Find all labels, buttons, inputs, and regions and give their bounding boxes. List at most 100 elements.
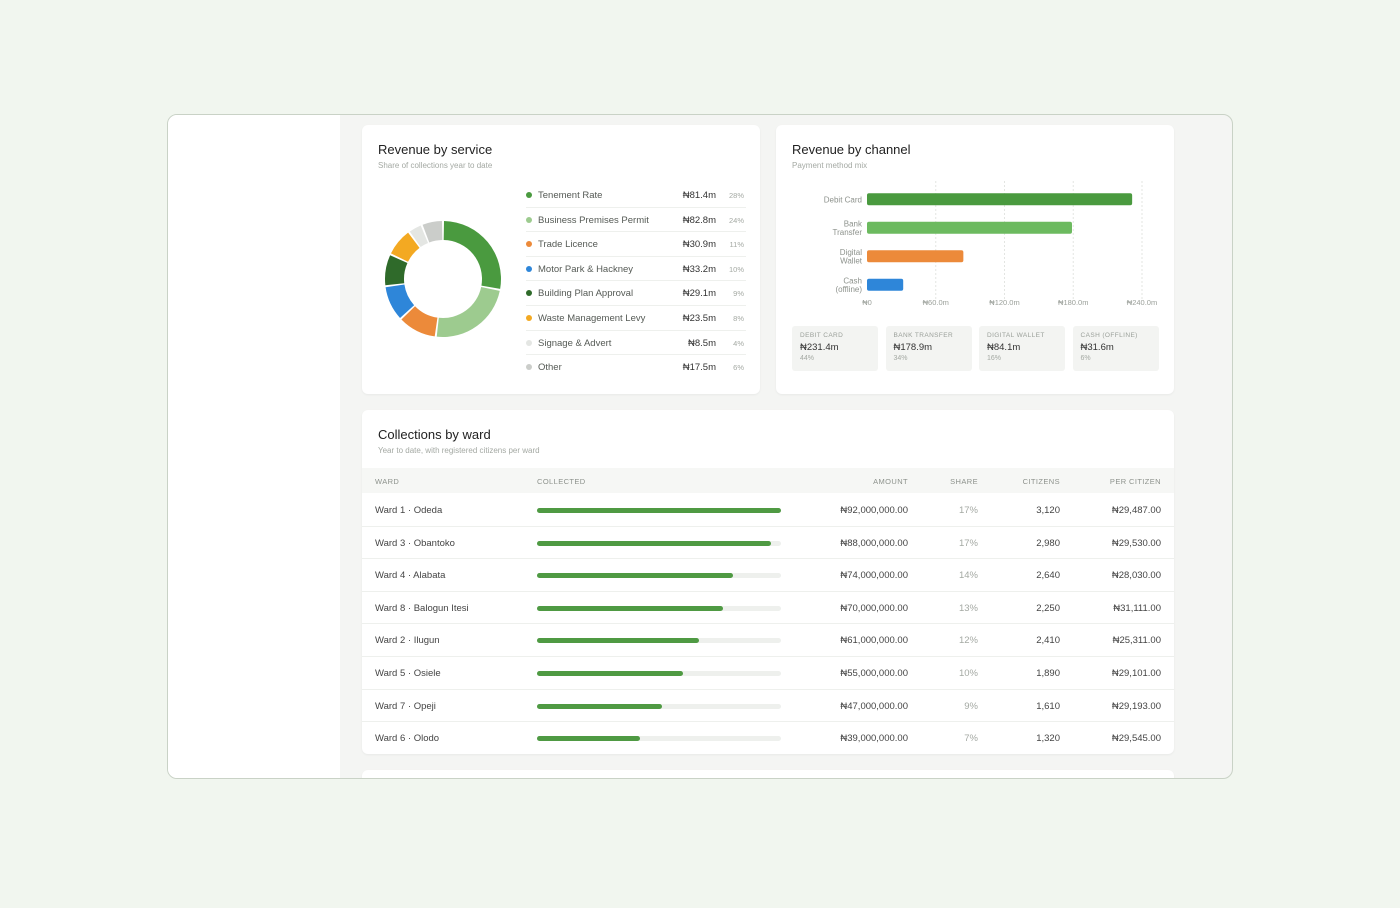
header-ward[interactable]: WARD xyxy=(375,477,399,486)
legend-label: Other xyxy=(538,362,562,374)
sidebar xyxy=(168,115,340,778)
card-title: Collections by ward xyxy=(378,427,491,442)
y-category-label: (offline) xyxy=(835,285,862,294)
collected-bar-track xyxy=(537,736,781,742)
collected-bar-fill xyxy=(537,573,734,579)
bar[interactable] xyxy=(867,221,1072,234)
collected-bar-track xyxy=(537,703,781,709)
ward-share: 17% xyxy=(958,505,978,516)
legend-label: Signage & Advert xyxy=(538,337,612,349)
service-donut-chart xyxy=(385,221,501,337)
card-subtitle: Payment method mix xyxy=(792,161,868,170)
ward-name: Ward 7 · Opeji xyxy=(375,700,436,712)
collected-bar-fill xyxy=(537,508,781,513)
ward-amount: ₦74,000,000.00 xyxy=(840,570,908,582)
header-collected[interactable]: COLLECTED xyxy=(537,477,586,486)
ward-share: 7% xyxy=(964,733,978,745)
legend-item[interactable]: Tenement Rate ₦81.4m 28% xyxy=(526,183,746,208)
card-subtitle: Year to date, with registered citizens p… xyxy=(378,446,540,455)
legend-item[interactable]: Signage & Advert ₦8.5m 4% xyxy=(526,331,746,356)
bar[interactable] xyxy=(867,193,1133,206)
legend-item[interactable]: Other ₦17.5m 6% xyxy=(526,355,746,380)
legend-item[interactable]: Motor Park & Hackney ₦33.2m 10% xyxy=(526,257,746,282)
collected-bar-fill xyxy=(537,605,723,611)
ward-citizens: 3,120 xyxy=(1036,505,1060,516)
legend-amount: ₦29.1m xyxy=(682,288,716,300)
table-row[interactable]: Ward 1 · Odeda ₦92,000,000.00 17% 3,120 ₦29,… xyxy=(362,494,1174,527)
tile-value: ₦84.1m xyxy=(987,342,1021,353)
channel-bar-chart: ₦0 ₦60.0m ₦120.0m ₦180.0m ₦240.0mDebit CardB… xyxy=(824,181,1157,307)
ward-share: 9% xyxy=(964,700,978,712)
ward-amount: ₦92,000,000.00 xyxy=(840,505,908,516)
ward-share: 10% xyxy=(958,668,978,679)
legend-amount: ₦81.4m xyxy=(682,190,716,201)
legend-amount: ₦82.8m xyxy=(682,214,716,226)
legend-percent: 28% xyxy=(728,191,744,200)
legend-swatch xyxy=(526,216,532,223)
ward-name: Ward 2 · Ilugun xyxy=(375,635,440,647)
ward-share: 13% xyxy=(958,602,978,614)
collected-bar-track xyxy=(537,605,781,611)
ward-name: Ward 3 · Obantoko xyxy=(375,537,455,549)
app-window: Revenue by service Share of collections … xyxy=(167,114,1233,779)
header-amount[interactable]: AMOUNT xyxy=(873,477,908,486)
bar[interactable] xyxy=(867,278,904,291)
donut-slice[interactable] xyxy=(436,286,500,337)
legend-label: Motor Park & Hackney xyxy=(538,263,634,275)
x-tick-label: ₦0 xyxy=(862,298,872,307)
service-legend: Tenement Rate ₦81.4m 28% Business Premises … xyxy=(526,183,746,380)
ward-name: Ward 6 · Olodo xyxy=(375,733,440,745)
collected-bar-track xyxy=(537,573,781,579)
legend-label: Tenement Rate xyxy=(538,190,603,201)
ward-per-citizen: ₦29,193.00 xyxy=(1111,700,1161,712)
ward-per-citizen: ₦31,111.00 xyxy=(1113,602,1161,614)
tile-percent: 44% xyxy=(800,355,815,362)
table-row[interactable]: Ward 7 · Opeji ₦47,000,000.00 9% 1,610 ₦29,1… xyxy=(362,690,1174,723)
header-per-citizen[interactable]: PER CITIZEN xyxy=(1110,477,1161,486)
y-category-label: Wallet xyxy=(840,257,863,266)
table-row[interactable]: Ward 3 · Obantoko ₦88,000,000.00 17% 2,980 ₦… xyxy=(362,527,1174,560)
legend-item[interactable]: Building Plan Approval ₦29.1m 9% xyxy=(526,281,746,306)
legend-swatch xyxy=(526,192,532,198)
legend-percent: 24% xyxy=(728,215,744,225)
channel-tile[interactable]: BANK TRANSFER ₦178.9m 34% xyxy=(885,326,972,371)
collected-bar-fill xyxy=(537,638,699,644)
ward-share: 17% xyxy=(958,537,978,549)
channel-tile[interactable]: DEBIT CARD ₦231.4m 44% xyxy=(792,326,878,371)
legend-percent: 11% xyxy=(729,240,744,250)
table-row[interactable]: Ward 8 · Balogun Itesi ₦70,000,000.00 13% 2… xyxy=(362,592,1174,625)
legend-percent: 4% xyxy=(733,338,744,348)
legend-item[interactable]: Trade Licence ₦30.9m 11% xyxy=(526,232,746,257)
next-card xyxy=(362,770,1174,778)
legend-item[interactable]: Waste Management Levy ₦23.5m 8% xyxy=(526,306,746,331)
ward-per-citizen: ₦28,030.00 xyxy=(1111,570,1161,582)
ward-share: 12% xyxy=(958,635,978,647)
ward-amount: ₦39,000,000.00 xyxy=(840,733,908,745)
collected-bar-track xyxy=(537,508,781,513)
ward-amount: ₦88,000,000.00 xyxy=(840,537,908,549)
card-subtitle: Share of collections year to date xyxy=(378,161,493,170)
table-row[interactable]: Ward 6 · Olodo ₦39,000,000.00 7% 1,320 ₦29,5… xyxy=(362,722,1174,755)
legend-percent: 6% xyxy=(733,363,744,373)
bar[interactable] xyxy=(867,250,964,263)
legend-swatch xyxy=(526,314,532,321)
collections-by-ward-card: Collections by ward Year to date, with r… xyxy=(362,410,1174,754)
legend-label: Business Premises Permit xyxy=(538,214,649,226)
header-share[interactable]: SHARE xyxy=(950,477,978,486)
table-row[interactable]: Ward 2 · Ilugun ₦61,000,000.00 12% 2,410 ₦25… xyxy=(362,624,1174,657)
ward-per-citizen: ₦29,487.00 xyxy=(1111,505,1161,516)
card-title: Revenue by channel xyxy=(792,142,911,157)
ward-amount: ₦55,000,000.00 xyxy=(840,668,908,679)
ward-citizens: 2,980 xyxy=(1036,537,1060,549)
channel-tile[interactable]: DIGITAL WALLET ₦84.1m 16% xyxy=(979,326,1065,371)
table-row[interactable]: Ward 4 · Alabata ₦74,000,000.00 14% 2,640 ₦2… xyxy=(362,559,1174,592)
revenue-by-service-card: Revenue by service Share of collections … xyxy=(362,125,760,394)
ward-amount: ₦61,000,000.00 xyxy=(840,635,908,647)
donut-slice[interactable] xyxy=(443,221,501,289)
legend-item[interactable]: Business Premises Permit ₦82.8m 24% xyxy=(526,208,746,233)
table-row[interactable]: Ward 5 · Osiele ₦55,000,000.00 10% 1,890 ₦29… xyxy=(362,657,1174,690)
legend-percent: 10% xyxy=(728,264,744,274)
header-citizens[interactable]: CITIZENS xyxy=(1023,477,1060,486)
channel-tile[interactable]: CASH (OFFLINE) ₦31.6m 6% xyxy=(1072,326,1159,371)
collected-bar-fill xyxy=(537,736,641,742)
